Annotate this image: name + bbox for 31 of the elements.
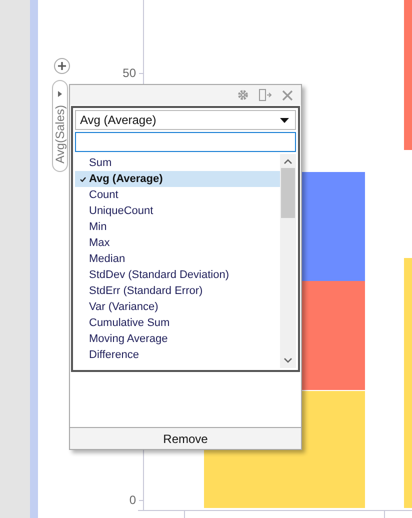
list-item[interactable]: Count: [75, 187, 280, 203]
list-item[interactable]: UniqueCount: [75, 203, 280, 219]
dock-icon[interactable]: [259, 89, 272, 101]
list-item[interactable]: Cumulative Sum: [75, 315, 280, 331]
list-item[interactable]: Min: [75, 219, 280, 235]
list-item[interactable]: StdDev (Standard Deviation): [75, 267, 280, 283]
close-icon[interactable]: [282, 90, 293, 100]
remove-button[interactable]: Remove: [70, 427, 301, 449]
expand-arrow-icon: [58, 91, 62, 97]
list-item[interactable]: Median: [75, 251, 280, 267]
scrollbar-thumb[interactable]: [281, 168, 295, 218]
settings-icon[interactable]: [237, 89, 249, 101]
plus-icon: [58, 62, 66, 70]
list-item[interactable]: Sum: [75, 155, 280, 171]
list-item[interactable]: Avg (Average): [75, 171, 280, 187]
add-button[interactable]: [54, 58, 70, 74]
list-item[interactable]: Max: [75, 235, 280, 251]
list-item[interactable]: Var (Variance): [75, 299, 280, 315]
axis-selector[interactable]: Avg(Sales): [52, 80, 68, 172]
caret-icon: [280, 118, 289, 122]
scrollbar[interactable]: [280, 154, 296, 368]
axis-tick-label: 0: [129, 493, 136, 507]
aggregation-dropdown[interactable]: Avg (Average): [75, 110, 296, 130]
scroll-up-icon[interactable]: [284, 159, 292, 164]
list-item[interactable]: StdErr (Standard Error): [75, 283, 280, 299]
list-item[interactable]: Difference: [75, 347, 280, 363]
search-field[interactable]: [75, 132, 296, 152]
axis-tick-label: 50: [122, 66, 136, 80]
scroll-down-icon[interactable]: [284, 358, 292, 363]
list-item[interactable]: Moving Average: [75, 331, 280, 347]
check-icon: [80, 177, 86, 182]
